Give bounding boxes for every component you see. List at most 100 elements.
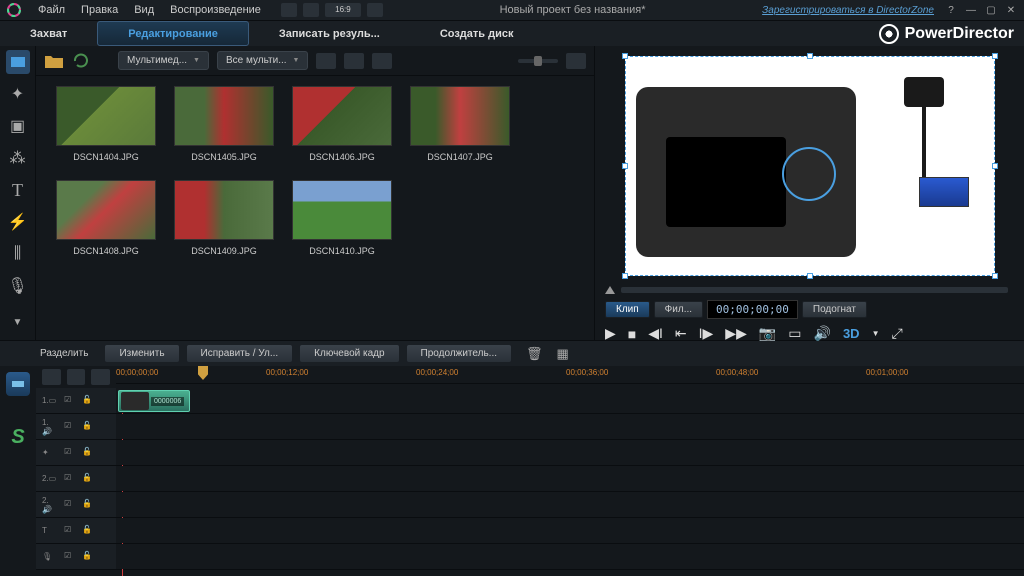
- maximize-icon[interactable]: ▢: [984, 4, 998, 16]
- track-lock-icon[interactable]: 🔓: [82, 473, 94, 485]
- media-filter-dropdown[interactable]: Все мульти...: [217, 51, 308, 70]
- track-lane[interactable]: [116, 440, 1024, 465]
- track-lock-icon[interactable]: 🔓: [82, 525, 94, 537]
- film-mode-button[interactable]: Фил...: [654, 301, 703, 318]
- voice-room-icon[interactable]: 🎙: [6, 274, 30, 298]
- close-icon[interactable]: ✕: [1004, 4, 1018, 16]
- settings-icon[interactable]: [367, 3, 383, 17]
- pip-room-icon[interactable]: ▣: [6, 114, 30, 138]
- track-visible-icon[interactable]: ☑: [64, 421, 76, 433]
- mixing-room-icon[interactable]: ⫼: [6, 242, 30, 266]
- grid-view-icon[interactable]: [344, 53, 364, 69]
- media-thumbnail[interactable]: [174, 180, 274, 240]
- import-folder-icon[interactable]: [44, 53, 64, 69]
- media-thumbnail[interactable]: [292, 86, 392, 146]
- particle-room-icon[interactable]: ⁂: [6, 146, 30, 170]
- storyboard-view-icon[interactable]: [67, 369, 86, 385]
- track-visible-icon[interactable]: ☑: [64, 447, 76, 459]
- menu-view[interactable]: Вид: [134, 4, 154, 16]
- transition-room-icon[interactable]: ⚡: [6, 210, 30, 234]
- media-thumb-item[interactable]: DSCN1405.JPG: [174, 86, 274, 162]
- resize-handle[interactable]: [992, 53, 998, 59]
- search-icon[interactable]: [316, 53, 336, 69]
- timecode-display[interactable]: 00;00;00;00: [707, 300, 798, 319]
- duration-button[interactable]: Продолжитель...: [406, 344, 512, 363]
- track-visible-icon[interactable]: ☑: [64, 551, 76, 563]
- playhead-marker-icon[interactable]: [605, 286, 615, 294]
- display-options-icon[interactable]: ▭: [788, 325, 801, 342]
- fix-enhance-button[interactable]: Исправить / Ул...: [186, 344, 294, 363]
- resize-handle[interactable]: [992, 273, 998, 279]
- track-manager-icon[interactable]: [91, 369, 110, 385]
- track-lane[interactable]: 0000006: [116, 388, 1024, 413]
- track-visible-icon[interactable]: ☑: [64, 525, 76, 537]
- track-visible-icon[interactable]: ☑: [64, 499, 76, 511]
- media-type-dropdown[interactable]: Мультимед...: [118, 51, 209, 70]
- media-thumbnail[interactable]: [292, 180, 392, 240]
- delete-icon[interactable]: 🗑: [526, 346, 543, 362]
- track-lock-icon[interactable]: 🔓: [82, 551, 94, 563]
- track-lock-icon[interactable]: 🔓: [82, 499, 94, 511]
- directorzone-link[interactable]: Зарегистрироваться в DirectorZone: [762, 5, 934, 16]
- media-thumbnail[interactable]: [56, 180, 156, 240]
- track-lock-icon[interactable]: 🔓: [82, 395, 94, 407]
- media-thumb-item[interactable]: DSCN1409.JPG: [174, 180, 274, 256]
- resize-handle[interactable]: [807, 273, 813, 279]
- track-lane[interactable]: [116, 466, 1024, 491]
- thumb-size-slider[interactable]: [518, 59, 558, 63]
- menu-file[interactable]: Файл: [38, 4, 65, 16]
- menu-edit[interactable]: Правка: [81, 4, 118, 16]
- split-label[interactable]: Разделить: [40, 348, 88, 359]
- track-visible-icon[interactable]: ☑: [64, 395, 76, 407]
- track-lane[interactable]: [116, 492, 1024, 517]
- redo-icon[interactable]: [303, 3, 319, 17]
- track-lane[interactable]: [116, 544, 1024, 569]
- tab-edit[interactable]: Редактирование: [97, 21, 249, 46]
- track-visible-icon[interactable]: ☑: [64, 473, 76, 485]
- list-view-icon[interactable]: [372, 53, 392, 69]
- menu-play[interactable]: Воспроизведение: [170, 4, 261, 16]
- media-thumb-item[interactable]: DSCN1406.JPG: [292, 86, 392, 162]
- scrub-bar[interactable]: [621, 287, 1008, 293]
- timeline-mode-icon[interactable]: [6, 372, 30, 396]
- 3d-dropdown-icon[interactable]: ▼: [872, 329, 880, 338]
- svrt-icon[interactable]: S: [11, 426, 24, 449]
- media-thumb-item[interactable]: DSCN1407.JPG: [410, 86, 510, 162]
- resize-handle[interactable]: [807, 53, 813, 59]
- resize-handle[interactable]: [992, 163, 998, 169]
- library-menu-icon[interactable]: [566, 53, 586, 69]
- next-frame-icon[interactable]: Ι▶: [699, 325, 714, 342]
- media-thumb-item[interactable]: DSCN1404.JPG: [56, 86, 156, 162]
- tab-disc[interactable]: Создать диск: [410, 21, 544, 46]
- fit-button[interactable]: Подогнат: [802, 301, 867, 318]
- more-tools-icon[interactable]: ▦: [557, 346, 569, 362]
- track-lock-icon[interactable]: 🔓: [82, 447, 94, 459]
- resize-handle[interactable]: [622, 273, 628, 279]
- track-lane[interactable]: [116, 414, 1024, 439]
- tab-capture[interactable]: Захват: [0, 21, 97, 46]
- minimize-icon[interactable]: —: [964, 4, 978, 16]
- tab-produce[interactable]: Записать резуль...: [249, 21, 410, 46]
- volume-icon[interactable]: 🔊: [814, 325, 831, 342]
- stop-icon[interactable]: ■: [628, 326, 636, 342]
- media-thumbnail[interactable]: [174, 86, 274, 146]
- aspect-ratio-dropdown[interactable]: 16:9: [325, 3, 361, 17]
- title-room-icon[interactable]: T: [6, 178, 30, 202]
- track-lock-icon[interactable]: 🔓: [82, 421, 94, 433]
- help-icon[interactable]: ?: [944, 4, 958, 16]
- refresh-icon[interactable]: [72, 53, 92, 69]
- media-thumb-item[interactable]: DSCN1408.JPG: [56, 180, 156, 256]
- timeline-view-icon[interactable]: [42, 369, 61, 385]
- track-lane[interactable]: [116, 518, 1024, 543]
- keyframe-button[interactable]: Ключевой кадр: [299, 344, 399, 363]
- timeline-ruler[interactable]: 00;00;00;0000;00;12;0000;00;24;0000;00;3…: [116, 366, 1024, 384]
- preview-canvas[interactable]: [595, 46, 1024, 286]
- chevron-down-icon[interactable]: ▼: [6, 310, 30, 334]
- media-thumbnail[interactable]: [410, 86, 510, 146]
- canvas-frame[interactable]: [625, 56, 995, 276]
- media-room-icon[interactable]: [6, 50, 30, 74]
- clip-mode-button[interactable]: Клип: [605, 301, 650, 318]
- undo-icon[interactable]: [281, 3, 297, 17]
- modify-button[interactable]: Изменить: [104, 344, 179, 363]
- fx-room-icon[interactable]: ✦: [6, 82, 30, 106]
